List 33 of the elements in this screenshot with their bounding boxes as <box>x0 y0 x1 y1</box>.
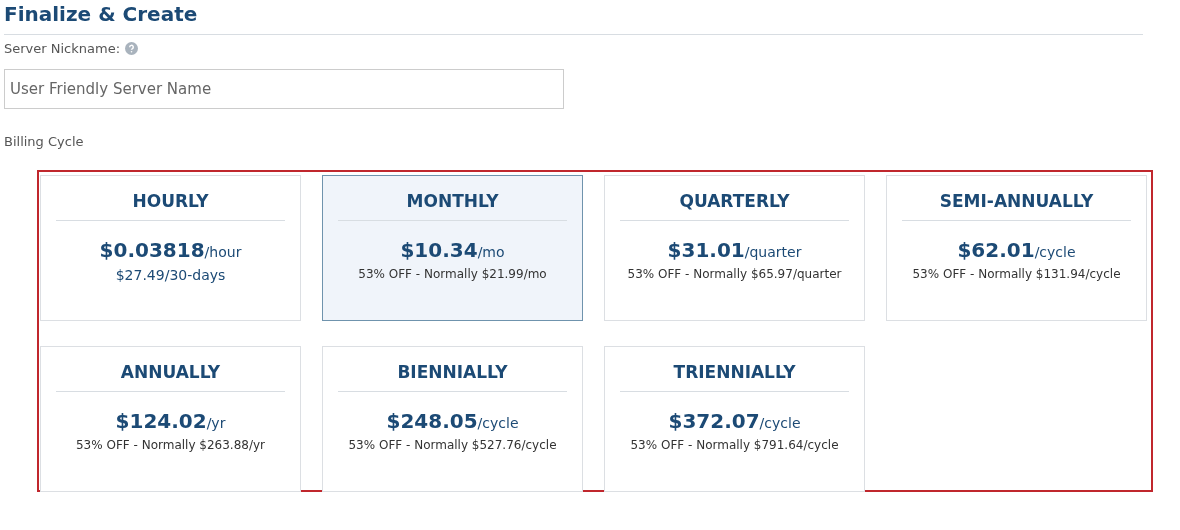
discount-note: 53% OFF - Normally $263.88/yr <box>75 438 266 452</box>
price: $31.01/quarter <box>667 238 802 262</box>
help-icon[interactable] <box>125 42 139 55</box>
discount-note: 53% OFF - Normally $21.99/mo <box>358 267 547 281</box>
cycle-name: BIENNIALLY <box>338 362 567 392</box>
price: $124.02/yr <box>115 409 226 433</box>
price: $248.05/cycle <box>386 409 519 433</box>
price: $0.03818/hour <box>99 238 242 262</box>
cycle-name: TRIENNIALLY <box>620 362 849 392</box>
billing-option-card[interactable]: SEMI-ANNUALLY $62.01/cycle 53% OFF - Normally $131.94/cycle <box>886 175 1147 321</box>
billing-option-card[interactable]: MONTHLY $10.34/mo 53% OFF - Normally $21.99/mo <box>322 175 583 321</box>
cycle-name: QUARTERLY <box>620 191 849 221</box>
discount-note: 53% OFF - Normally $527.76/cycle <box>348 438 557 452</box>
cycle-name: HOURLY <box>56 191 285 221</box>
billing-option-card[interactable]: HOURLY $0.03818/hour $27.49/30-days <box>40 175 301 321</box>
billing-option-card[interactable]: BIENNIALLY $248.05/cycle 53% OFF - Normally $527.76/cycle <box>322 346 583 492</box>
price: $10.34/mo <box>400 238 505 262</box>
discount-note: 53% OFF - Normally $131.94/cycle <box>912 267 1121 281</box>
billing-option-card[interactable]: QUARTERLY $31.01/quarter 53% OFF - Normally $65.97/quarter <box>604 175 865 321</box>
page-title: Finalize & Create <box>4 1 198 26</box>
discount-note: 53% OFF - Normally $65.97/quarter <box>627 267 842 281</box>
cycle-name: SEMI-ANNUALLY <box>902 191 1131 221</box>
section-label: Billing Cycle <box>4 134 84 149</box>
billing-option-card[interactable]: ANNUALLY $124.02/yr 53% OFF - Normally $263.88/yr <box>40 346 301 492</box>
cycle-name: ANNUALLY <box>56 362 285 392</box>
billing-option-card[interactable]: TRIENNIALLY $372.07/cycle 53% OFF - Normally $791.64/cycle <box>604 346 865 492</box>
field-label: Server Nickname: <box>4 41 121 56</box>
cycle-name: MONTHLY <box>338 191 567 221</box>
price: $372.07/cycle <box>668 409 801 433</box>
discount-note: 53% OFF - Normally $791.64/cycle <box>630 438 839 452</box>
price: $62.01/cycle <box>957 238 1076 262</box>
nickname-field[interactable]: User Friendly Server Name <box>4 69 564 109</box>
price-estimate: $27.49/30-days <box>115 267 226 283</box>
